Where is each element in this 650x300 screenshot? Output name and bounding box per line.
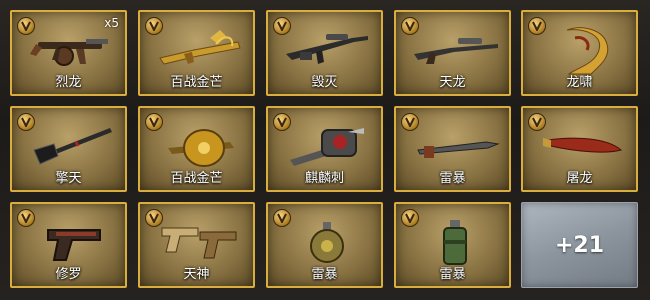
round-grenade-icon [282, 216, 372, 268]
item-name: 擎天 [55, 171, 82, 186]
canister-grenade-icon [410, 216, 500, 268]
reward-card-qilinci[interactable]: 麒麟刺 [266, 106, 383, 192]
shovel-blade-icon [26, 120, 116, 172]
reward-card-tulong[interactable]: 屠龙 [521, 106, 638, 192]
item-name: 百战金芒 [170, 75, 223, 90]
reward-card-leibao-sword[interactable]: 雷暴 [394, 106, 511, 192]
item-name: 修罗 [55, 267, 82, 282]
item-name: 天龙 [439, 75, 466, 90]
reward-grid: x5 烈龙 百战金芒 毁灭 天龙 龙啸 擎天 百战金芒 麒麟刺 雷暴 屠龙 修罗… [0, 0, 650, 300]
reward-card-huimie[interactable]: 毁灭 [266, 10, 383, 96]
scoped-rifle-icon [410, 24, 500, 76]
item-name: 雷暴 [311, 267, 338, 282]
item-name: 毁灭 [311, 75, 338, 90]
item-name: 天神 [183, 267, 210, 282]
sword-icon [410, 120, 500, 172]
red-knife-icon [537, 120, 627, 172]
reward-card-baizhan-jinmang-shield[interactable]: 百战金芒 [138, 106, 255, 192]
item-name: 雷暴 [439, 267, 466, 282]
reward-card-qingtian[interactable]: 擎天 [10, 106, 127, 192]
reward-card-longxiao[interactable]: 龙啸 [521, 10, 638, 96]
dual-pistols-icon [154, 216, 244, 268]
golden-shield-icon [154, 120, 244, 172]
pistol-icon [26, 216, 116, 268]
more-count: +21 [554, 232, 605, 258]
reward-card-leibao-canister[interactable]: 雷暴 [394, 202, 511, 288]
item-name: 百战金芒 [170, 171, 223, 186]
item-name: 麒麟刺 [304, 171, 344, 186]
sniper-rifle-icon [282, 24, 372, 76]
more-items-button[interactable]: +21 [521, 202, 638, 288]
reward-card-tianshen[interactable]: 天神 [138, 202, 255, 288]
reward-card-lielong[interactable]: x5 烈龙 [10, 10, 127, 96]
item-name: 雷暴 [439, 171, 466, 186]
dragon-ornament-icon [537, 24, 627, 76]
item-name: 龙啸 [566, 75, 593, 90]
reward-card-baizhan-jinmang-rifle[interactable]: 百战金芒 [138, 10, 255, 96]
reward-card-tianlong[interactable]: 天龙 [394, 10, 511, 96]
reward-card-leibao-grenade[interactable]: 雷暴 [266, 202, 383, 288]
tommy-gun-icon [26, 24, 116, 76]
item-name: 屠龙 [566, 171, 593, 186]
item-name: 烈龙 [55, 75, 82, 90]
golden-rifle-icon [154, 24, 244, 76]
mech-gun-icon [282, 120, 372, 172]
reward-card-xiuluo[interactable]: 修罗 [10, 202, 127, 288]
